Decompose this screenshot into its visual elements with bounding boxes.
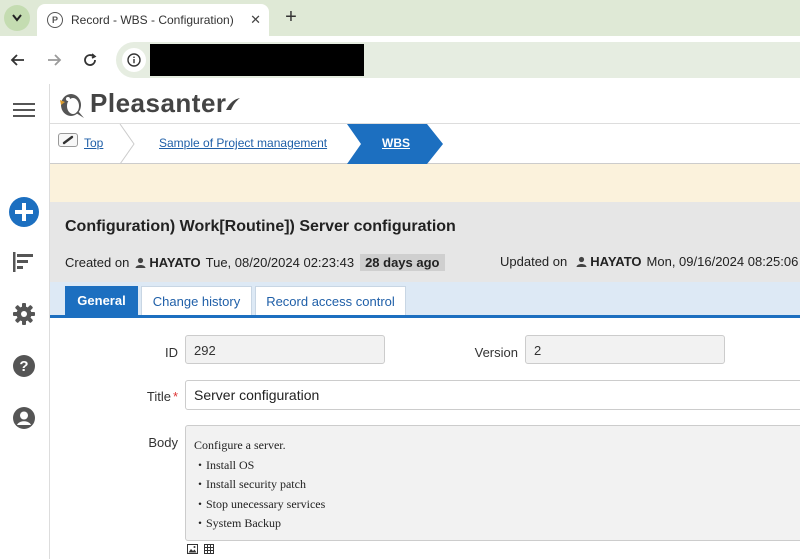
message-bar: [50, 164, 800, 202]
new-tab-button[interactable]: +: [280, 6, 302, 28]
gantt-view-button[interactable]: [10, 248, 38, 276]
created-info: Created on HAYATO Tue, 08/20/2024 02:23:…: [65, 254, 445, 271]
user-icon: [135, 257, 146, 268]
title-label: Title *: [130, 389, 178, 404]
updated-user-name[interactable]: HAYATO: [590, 254, 641, 269]
arrow-left-icon: [10, 54, 24, 66]
pleasanter-favicon-icon: P: [47, 12, 63, 28]
body-field[interactable]: Configure a server. ・Install OS ・Install…: [185, 425, 800, 541]
record-form: ID 292 Version 2 Title* Body Configure a…: [50, 318, 800, 559]
new-record-button[interactable]: [8, 196, 40, 228]
info-icon: [127, 53, 141, 67]
required-mark: *: [172, 389, 178, 404]
updated-info: Updated on HAYATO Mon, 09/16/2024 08:25:…: [500, 254, 798, 269]
user-account-icon: [13, 407, 35, 429]
copy-link-button[interactable]: [58, 133, 78, 147]
left-sidebar: ?: [0, 84, 50, 559]
address-bar[interactable]: [116, 42, 800, 78]
pleasanter-logo[interactable]: Pleasanter: [56, 88, 241, 119]
created-date: Tue, 08/20/2024 02:23:43: [205, 255, 355, 270]
body-line: Configure a server.: [194, 438, 286, 452]
body-toolbar: [187, 544, 214, 554]
forward-button[interactable]: [44, 50, 64, 70]
help-button[interactable]: ?: [10, 352, 38, 380]
logo-text: Pleasanter: [90, 88, 227, 118]
logo-swoosh-icon: [225, 97, 240, 110]
browser-tab-bar: P Record - WBS - Configuration) ✕ +: [0, 0, 800, 36]
gear-icon: [13, 303, 35, 325]
body-line: ・Install OS: [194, 457, 255, 472]
chevron-down-icon: [12, 14, 22, 22]
body-line: ・Install security patch: [194, 477, 306, 491]
breadcrumb-wbs-link[interactable]: WBS: [382, 136, 410, 150]
updated-label: Updated on: [500, 254, 568, 269]
reload-icon: [84, 53, 97, 66]
account-button[interactable]: [10, 404, 38, 432]
updated-date: Mon, 09/16/2024 08:25:06: [646, 254, 799, 269]
body-line: ・System Backup: [194, 516, 281, 530]
hamburger-menu-icon: [13, 103, 35, 117]
settings-button[interactable]: [10, 300, 38, 328]
arrow-right-icon: [48, 54, 62, 66]
help-question-icon: ?: [13, 355, 35, 377]
reload-button[interactable]: [80, 50, 100, 70]
tab-general[interactable]: General: [65, 286, 138, 315]
image-icon[interactable]: [187, 544, 198, 554]
breadcrumb-project-link[interactable]: Sample of Project management: [159, 136, 327, 150]
link-icon: [62, 135, 74, 145]
tab-record-access-control[interactable]: Record access control: [255, 286, 406, 315]
menu-button[interactable]: [10, 96, 38, 124]
record-header: Configuration) Work[Routine]) Server con…: [50, 202, 800, 282]
id-label: ID: [165, 345, 178, 360]
record-tabs: General Change history Record access con…: [50, 282, 800, 318]
browser-toolbar: [0, 36, 800, 84]
table-icon[interactable]: [204, 544, 214, 554]
breadcrumb: Top Sample of Project management WBS: [50, 124, 800, 164]
version-field: 2: [525, 335, 725, 364]
page-title: Configuration) Work[Routine]) Server con…: [65, 218, 456, 235]
site-info-button[interactable]: [122, 48, 146, 72]
close-icon[interactable]: ✕: [250, 12, 261, 28]
tab-search-dropdown[interactable]: [4, 5, 30, 31]
app-header: Pleasanter: [50, 84, 800, 124]
breadcrumb-separator: [119, 124, 135, 164]
user-icon: [576, 256, 587, 267]
body-line: ・Stop unecessary services: [194, 496, 326, 511]
svg-text:?: ?: [19, 358, 28, 375]
url-redacted-block: [150, 44, 364, 76]
version-label: Version: [474, 345, 518, 360]
title-input[interactable]: [185, 380, 800, 410]
title-label-text: Title: [146, 389, 171, 404]
created-user-name[interactable]: HAYATO: [149, 255, 200, 270]
id-field: 292: [185, 335, 385, 364]
body-label: Body: [148, 435, 178, 450]
gantt-chart-icon: [13, 252, 33, 272]
browser-tab-title: Record - WBS - Configuration): [71, 13, 234, 27]
breadcrumb-top-link[interactable]: Top: [84, 136, 103, 150]
browser-tab[interactable]: P Record - WBS - Configuration) ✕: [37, 4, 269, 36]
created-ago-badge: 28 days ago: [360, 254, 445, 271]
pleasanter-bird-logo-icon: [60, 93, 84, 118]
plus-circle-icon: [9, 197, 39, 227]
created-label: Created on: [65, 255, 130, 270]
back-button[interactable]: [8, 50, 28, 70]
tab-change-history[interactable]: Change history: [141, 286, 252, 315]
